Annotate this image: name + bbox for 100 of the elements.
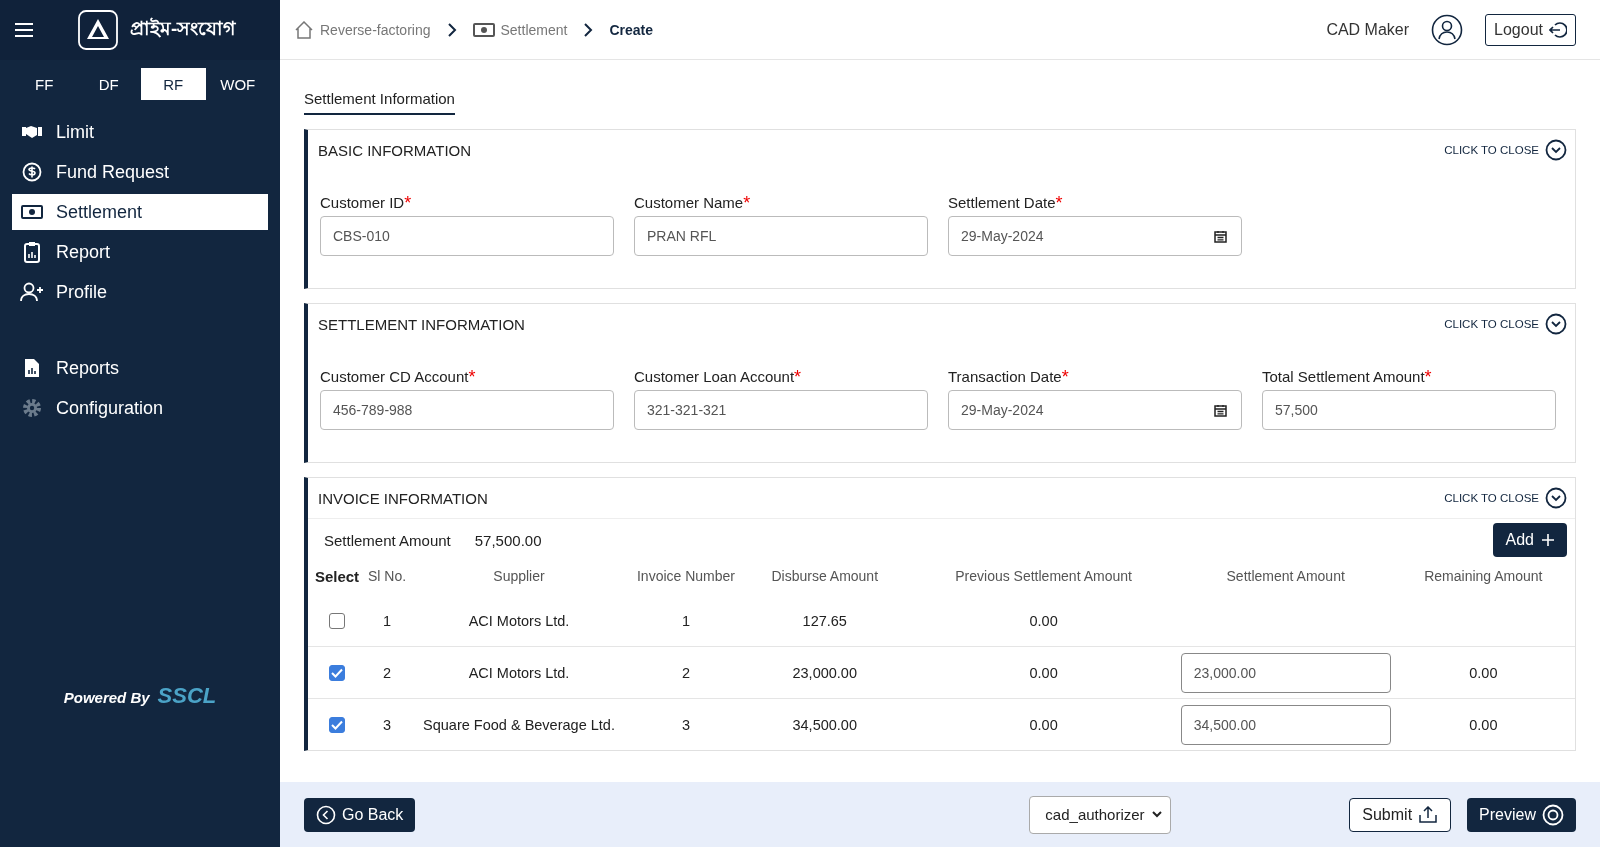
module-tab[interactable]: WOF — [205, 68, 270, 100]
column-header: Settlement Amount — [1225, 567, 1346, 586]
sidebar-item[interactable]: Reports — [12, 350, 268, 386]
brand-logo-text: SSCL — [157, 683, 217, 709]
dollar-coin-icon — [20, 162, 44, 182]
plus-icon — [1542, 534, 1554, 546]
table-cell: 0.00 — [1469, 716, 1498, 733]
table-cell: 0.00 — [1029, 664, 1058, 681]
column-header: Select — [313, 566, 361, 587]
collapse-link[interactable]: CLICK TO CLOSE — [1444, 487, 1567, 509]
input-field[interactable]: 57,500 — [1262, 390, 1556, 430]
cash-icon — [472, 22, 495, 37]
chevron-left-circle-icon — [316, 804, 336, 825]
table-cell: ACI Motors Ltd. — [468, 612, 570, 629]
field-label: Customer CD Account — [320, 368, 469, 385]
column-header: Supplier — [492, 567, 546, 586]
column-header: Disburse Amount — [770, 567, 880, 586]
cash-icon — [20, 205, 44, 219]
table-cell: 1 — [382, 612, 392, 629]
chevron-down-circle-icon — [1545, 487, 1567, 509]
field-label: Customer Loan Account — [634, 368, 795, 385]
chevron-down-circle-icon — [1545, 313, 1567, 335]
gear-icon — [20, 397, 44, 419]
amount-input[interactable]: 23,000.00 — [1180, 652, 1391, 693]
amount-input[interactable]: 34,500.00 — [1180, 704, 1391, 745]
user-name: CAD Maker — [1326, 20, 1410, 39]
table-cell: 0.00 — [1029, 716, 1058, 733]
chevron-right-icon — [583, 22, 594, 37]
input-field[interactable]: 29-May-2024 — [948, 216, 1242, 256]
module-tab[interactable]: DF — [76, 68, 141, 100]
logout-button[interactable]: Logout — [1485, 13, 1576, 46]
logout-icon — [1549, 20, 1567, 39]
checkbox[interactable] — [329, 717, 345, 734]
home-icon — [294, 20, 314, 39]
preview-button[interactable]: Preview — [1467, 797, 1576, 832]
calendar-icon — [1214, 229, 1227, 243]
sidebar-item[interactable]: Settlement — [12, 194, 268, 230]
required-mark: * — [1055, 194, 1063, 212]
section-title: BASIC INFORMATION — [318, 141, 472, 159]
sidebar-item[interactable]: Fund Request — [12, 154, 268, 190]
checkbox[interactable] — [329, 665, 345, 682]
table-cell: 34,500.00 — [792, 716, 857, 733]
breadcrumb-link[interactable]: Create — [609, 21, 654, 38]
upload-icon — [1418, 805, 1439, 824]
module-tab[interactable]: FF — [12, 68, 77, 100]
checkbox[interactable] — [329, 613, 345, 630]
table-cell: 3 — [382, 716, 392, 733]
submit-button[interactable]: Submit — [1349, 797, 1452, 832]
role-select[interactable]: cad_authorizer — [1029, 795, 1172, 834]
sidebar-item[interactable]: Report — [12, 234, 268, 270]
brand-name: প্রাইম-সংযোগ — [130, 16, 236, 41]
sidebar-item[interactable]: Profile — [12, 274, 268, 310]
summary-label: Settlement Amount — [324, 531, 451, 549]
input-field[interactable]: PRAN RFL — [634, 216, 928, 256]
table-cell: 0.00 — [1029, 612, 1058, 629]
field-label: Settlement Date — [948, 194, 1056, 211]
table-cell: 3 — [681, 716, 691, 733]
section-title: INVOICE INFORMATION — [318, 489, 488, 507]
breadcrumb-link[interactable]: Reverse-factoring — [294, 20, 431, 39]
module-tab[interactable]: RF — [141, 68, 206, 100]
chevron-down-circle-icon — [1545, 139, 1567, 161]
field-label: Customer ID — [320, 194, 405, 211]
table-cell: 0.00 — [1469, 664, 1498, 681]
calendar-icon — [1214, 403, 1227, 417]
required-mark: * — [794, 368, 802, 386]
powered-by-text: Powered By — [63, 689, 150, 706]
collapse-link[interactable]: CLICK TO CLOSE — [1444, 313, 1567, 335]
section-title: SETTLEMENT INFORMATION — [318, 315, 525, 333]
field-label: Transaction Date — [948, 368, 1062, 385]
column-header: Sl No. — [366, 567, 408, 586]
column-header: Previous Settlement Amount — [954, 567, 1133, 586]
add-button[interactable]: Add — [1492, 523, 1567, 557]
field-label: Total Settlement Amount — [1262, 368, 1425, 385]
required-mark: * — [1061, 368, 1069, 386]
input-field[interactable]: 29-May-2024 — [948, 390, 1242, 430]
user-avatar-icon[interactable] — [1431, 13, 1464, 46]
caret-icon — [1152, 811, 1163, 818]
table-cell: 1 — [681, 612, 691, 629]
logo-icon — [78, 10, 118, 50]
required-mark: * — [1424, 368, 1432, 386]
required-mark: * — [404, 194, 412, 212]
table-cell: 2 — [681, 664, 691, 681]
table-cell: Square Food & Beverage Ltd. — [423, 716, 615, 733]
add-user-icon — [20, 282, 44, 302]
required-mark: * — [743, 194, 751, 212]
table-cell: 127.65 — [802, 612, 847, 629]
input-field[interactable]: 456-789-988 — [320, 390, 614, 430]
sidebar-item[interactable]: Configuration — [12, 390, 268, 426]
field-label: Customer Name — [634, 194, 744, 211]
collapse-link[interactable]: CLICK TO CLOSE — [1444, 139, 1567, 161]
go-back-button[interactable]: Go Back — [304, 797, 416, 832]
sidebar-item[interactable]: Limit — [12, 114, 268, 150]
input-field[interactable]: CBS-010 — [320, 216, 614, 256]
menu-icon[interactable] — [14, 22, 34, 38]
page-tab[interactable]: Settlement Information — [304, 90, 455, 115]
chevron-right-icon — [446, 22, 457, 37]
breadcrumb-link[interactable]: Settlement — [472, 21, 568, 38]
table-cell: 2 — [382, 664, 392, 681]
input-field[interactable]: 321-321-321 — [634, 390, 928, 430]
column-header: Invoice Number — [635, 567, 736, 586]
